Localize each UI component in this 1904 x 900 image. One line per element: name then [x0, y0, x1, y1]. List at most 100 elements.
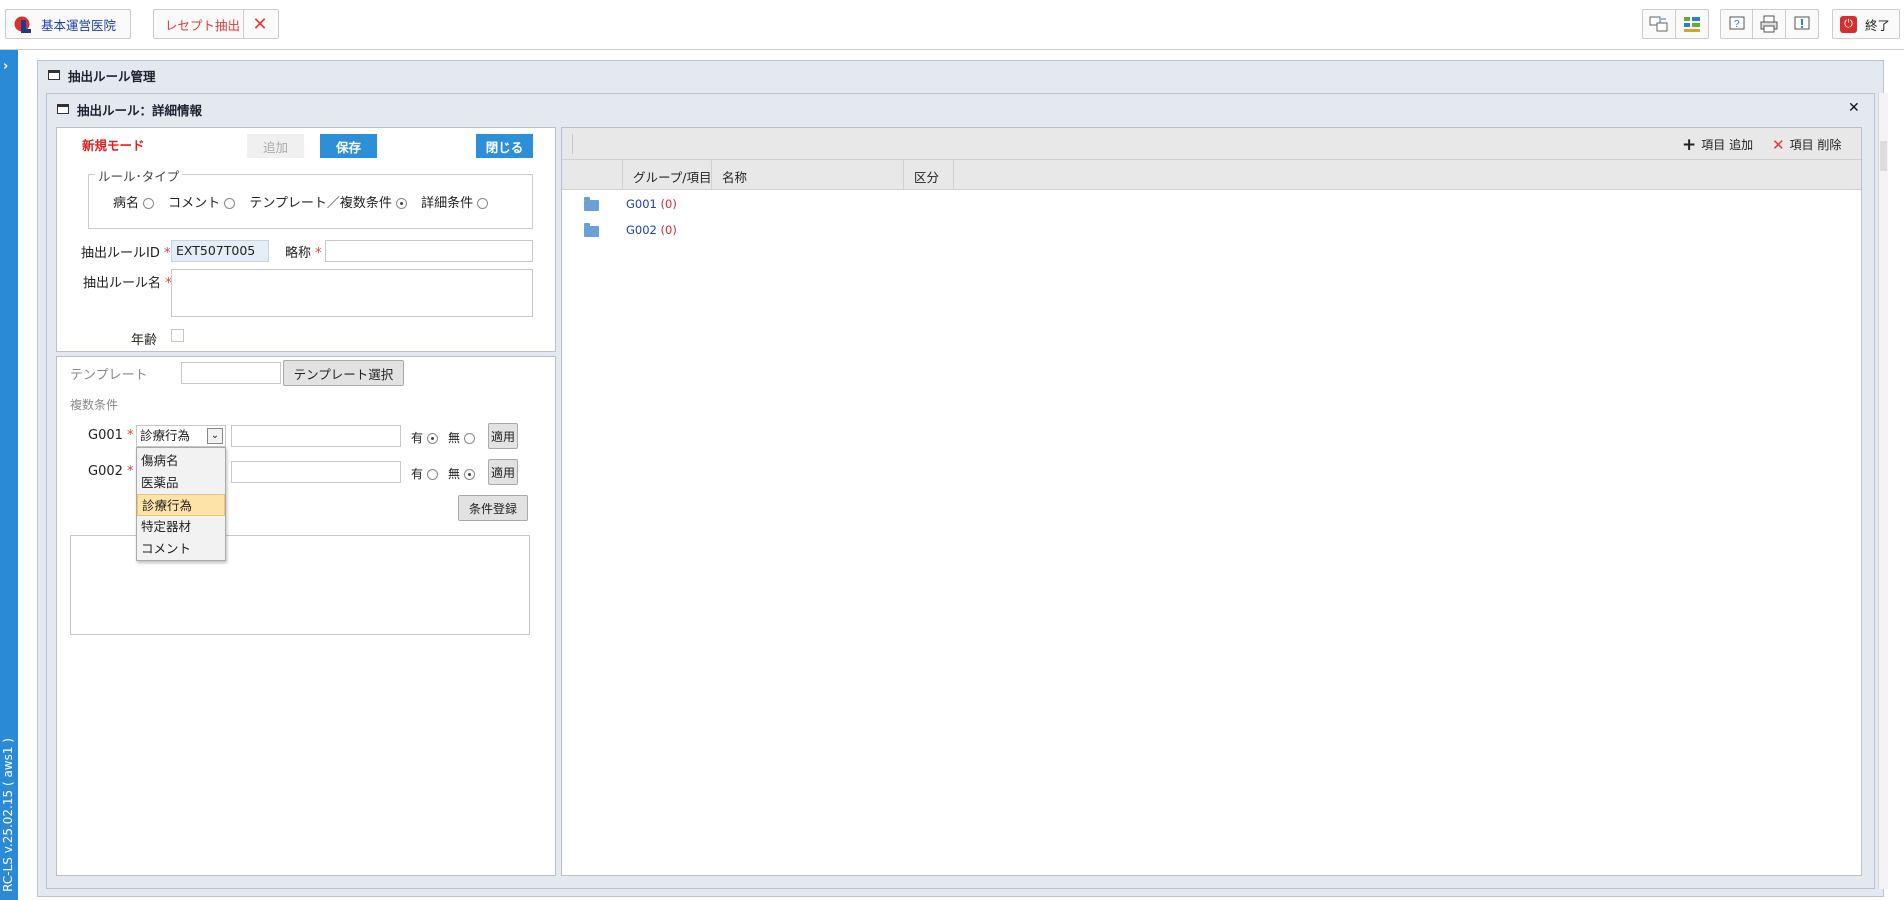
dropdown-option-selected[interactable]: 診療行為 [137, 494, 225, 516]
g002-value-input[interactable] [231, 461, 401, 483]
window-icon [57, 104, 69, 114]
close-button[interactable]: 閉じる [476, 134, 533, 158]
dropdown-option[interactable]: コメント [137, 538, 225, 560]
g002-yes[interactable]: 有 [411, 465, 438, 482]
rule-type-template[interactable]: テンプレート／複数条件 [249, 192, 408, 211]
col-group-item[interactable]: グループ/項目 [633, 167, 711, 186]
folder-icon [584, 223, 599, 237]
col-name[interactable]: 名称 [722, 167, 747, 186]
delete-icon: ✕ [1772, 135, 1785, 154]
g001-type-select[interactable]: 診療行為 ⌄ [136, 425, 226, 447]
folder-icon [584, 197, 599, 211]
dropdown-option[interactable]: 特定器材 [137, 516, 225, 538]
tool-group-1 [1642, 9, 1709, 39]
radio-detail[interactable] [477, 198, 489, 209]
expand-chevron-icon[interactable]: › [3, 59, 8, 74]
transfer-icon[interactable] [1643, 10, 1676, 38]
rule-type-legend: ルール･タイプ [95, 166, 183, 185]
radio-template[interactable] [396, 198, 408, 209]
g001-value-input[interactable] [231, 425, 401, 447]
rule-id-input[interactable]: EXT507T005 [171, 240, 269, 262]
module-close-icon[interactable]: ✕ [243, 10, 276, 38]
power-icon: ⏻ [1840, 15, 1857, 33]
close-icon[interactable]: ✕ [1848, 100, 1860, 116]
window-icon [48, 70, 60, 80]
grid-header: グループ/項目 名称 区分 [562, 160, 1861, 190]
inner-panel-title-text: 抽出ルール：詳細情報 [77, 102, 203, 118]
g002-no-radio[interactable] [463, 469, 475, 480]
notice-icon[interactable] [1786, 10, 1818, 38]
g002-apply-button[interactable]: 適用 [488, 459, 518, 485]
plus-icon: + [1682, 134, 1697, 155]
multi-condition-label: 複数条件 [70, 398, 119, 412]
g001-yes[interactable]: 有 [411, 429, 438, 446]
scrollbar[interactable] [1878, 93, 1888, 889]
short-name-input[interactable] [325, 240, 533, 262]
print-icon[interactable] [1753, 10, 1786, 38]
dropdown-option[interactable]: 傷病名 [137, 450, 225, 472]
g001-apply-button[interactable]: 適用 [488, 423, 518, 449]
version-label: RC-LS v.25.02.15 ( aws1 ) [1, 738, 15, 892]
mode-label: 新規モード [82, 138, 145, 153]
outer-panel-title: 抽出ルール管理 [43, 62, 156, 88]
chevron-down-icon[interactable]: ⌄ [207, 428, 223, 444]
age-checkbox[interactable] [171, 329, 184, 342]
col-category[interactable]: 区分 [914, 167, 939, 186]
layout-icon[interactable] [1676, 10, 1709, 38]
template-select-button[interactable]: テンプレート選択 [283, 360, 404, 386]
add-button[interactable]: 追加 [247, 134, 304, 158]
rule-id-value: EXT507T005 [176, 243, 256, 258]
top-toolbar: 基本運営医院 レセプト抽出 ✕ ? ⏻ 終了 [0, 0, 1904, 50]
tree-row-count: (0) [660, 223, 677, 237]
age-label: 年齢 [131, 333, 158, 348]
help-icon[interactable]: ? [1721, 10, 1754, 38]
g001-yes-radio[interactable] [426, 433, 438, 444]
g001-no[interactable]: 無 [448, 429, 475, 446]
type-dropdown-list: 傷病名 医薬品 診療行為 特定器材 コメント [136, 447, 226, 561]
grid-toolbar: + 項目 追加 ✕ 項目 削除 [562, 128, 1861, 160]
exit-button[interactable]: ⏻ 終了 [1832, 9, 1900, 39]
radio-comment[interactable] [224, 198, 236, 209]
short-name-label: 略称 * [285, 246, 322, 261]
tree-row-code[interactable]: G002 [626, 223, 657, 237]
rule-name-label: 抽出ルール名 * [83, 276, 172, 291]
svg-text:?: ? [1734, 19, 1740, 30]
g001-no-radio[interactable] [463, 433, 475, 444]
hospital-button[interactable]: 基本運営医院 [5, 9, 131, 39]
tool-group-2: ? [1720, 9, 1819, 39]
dropdown-option[interactable]: 医薬品 [137, 472, 225, 494]
module-label: レセプト抽出 [165, 17, 241, 33]
template-label: テンプレート [70, 368, 148, 383]
condition-form: テンプレート テンプレート選択 複数条件 G001 * 診療行為 ⌄ 有 無 適… [56, 356, 556, 876]
inner-panel-title: 抽出ルール：詳細情報 [52, 96, 202, 122]
tree-row[interactable]: G002 (0) [562, 217, 1861, 243]
rule-type-fieldset: ルール･タイプ 病名 コメント テンプレート／複数条件 詳細条件 [88, 166, 533, 229]
rule-name-input[interactable] [171, 269, 533, 317]
rule-form: 新規モード 追加 保存 閉じる ルール･タイプ 病名 コメント テンプレート／複… [56, 127, 556, 352]
g002-yes-radio[interactable] [426, 469, 438, 480]
save-button[interactable]: 保存 [320, 134, 377, 158]
g001-label: G001 * [88, 428, 134, 443]
register-condition-button[interactable]: 条件登録 [458, 495, 528, 521]
g001-select-value: 診療行為 [140, 428, 191, 443]
add-item-button[interactable]: + 項目 追加 [1682, 136, 1753, 153]
hospital-label: 基本運営医院 [41, 17, 117, 33]
g002-no[interactable]: 無 [448, 465, 475, 482]
outer-panel-title-text: 抽出ルール管理 [68, 68, 156, 84]
rule-id-label: 抽出ルールID * [81, 246, 171, 261]
tree-row-count: (0) [660, 197, 677, 211]
rule-type-detail[interactable]: 詳細条件 [421, 192, 489, 211]
group-tree-grid: + 項目 追加 ✕ 項目 削除 グループ/項目 名称 区分 G001 (0) G00… [561, 127, 1862, 876]
rule-type-comment[interactable]: コメント [168, 192, 236, 211]
exit-label: 終了 [1865, 17, 1891, 33]
radio-disease[interactable] [143, 198, 155, 209]
delete-item-button[interactable]: ✕ 項目 削除 [1772, 136, 1841, 153]
module-tab[interactable]: レセプト抽出 ✕ [153, 9, 279, 39]
side-rail: › RC-LS v.25.02.15 ( aws1 ) [0, 50, 18, 900]
rule-type-disease[interactable]: 病名 [113, 192, 155, 211]
tree-row-code[interactable]: G001 [626, 197, 657, 211]
rule-type-radios: 病名 コメント テンプレート／複数条件 詳細条件 [113, 192, 489, 211]
g002-label: G002 * [88, 464, 134, 479]
template-input[interactable] [181, 362, 281, 384]
tree-row[interactable]: G001 (0) [562, 191, 1861, 217]
